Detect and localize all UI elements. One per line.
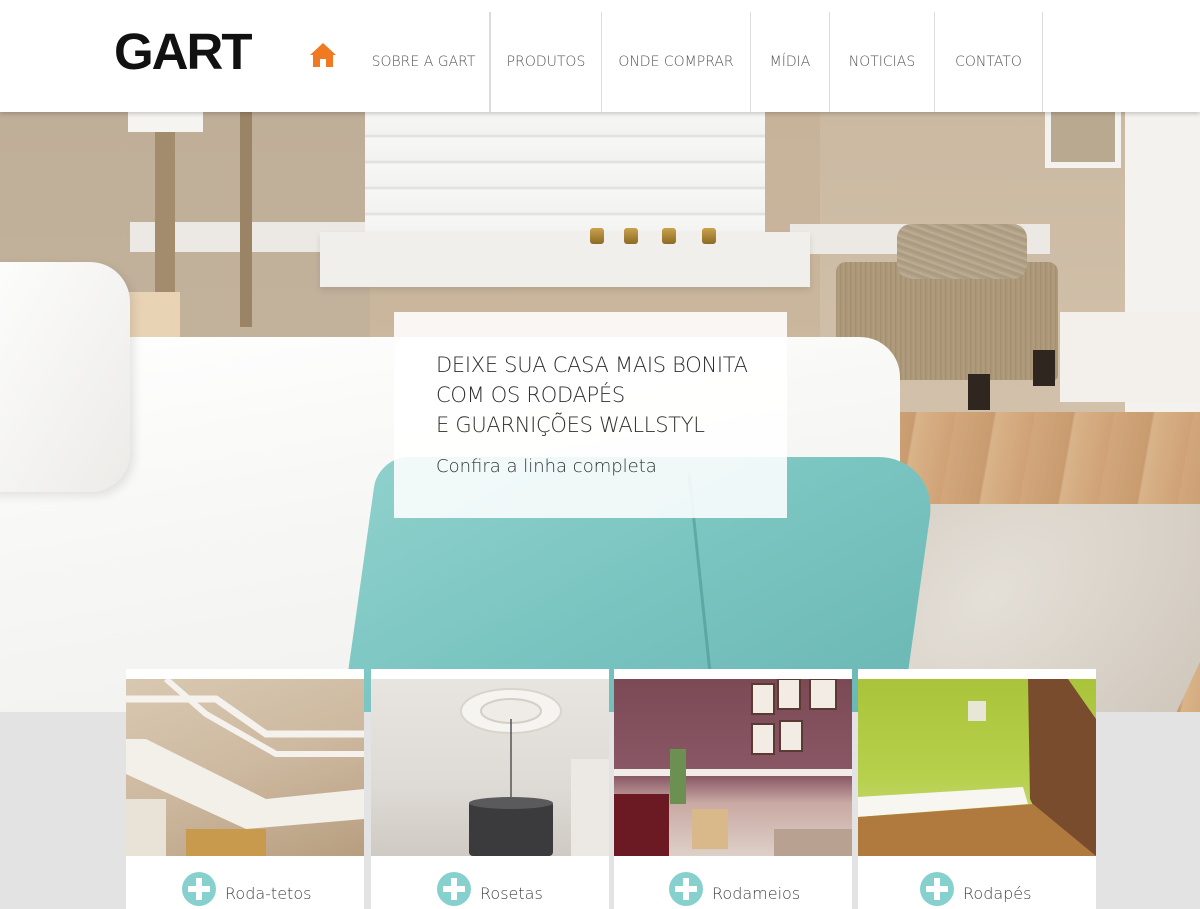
product-label: Rodameios	[712, 884, 801, 903]
nav-item-label: MÍDIA	[769, 54, 811, 70]
hero-photo-branch	[240, 112, 252, 327]
product-label-row: Rodameios	[614, 869, 852, 909]
hero-photo-candle	[624, 228, 638, 244]
nav-item-sobre[interactable]: SOBRE A GART	[358, 12, 490, 112]
hero-photo-pillow	[0, 262, 130, 492]
product-image-roda-tetos	[126, 679, 364, 856]
hero-photo-shelf	[320, 232, 810, 287]
hero-photo-candle	[590, 228, 604, 244]
product-label: Rosetas	[480, 884, 543, 903]
nav-item-label: SOBRE A GART	[371, 54, 476, 70]
gart-logo[interactable]: GART	[114, 26, 252, 78]
nav-item-produtos[interactable]: PRODUTOS	[490, 12, 602, 112]
product-card-rodapes[interactable]: Rodapés	[858, 669, 1096, 909]
hero-photo-throw	[897, 224, 1027, 279]
nav-item-contato[interactable]: CONTATO	[935, 12, 1043, 112]
hero-photo-candle	[702, 228, 716, 244]
nav-item-label: ONDE COMPRAR	[618, 54, 734, 70]
nav-item-label: CONTATO	[955, 54, 1022, 70]
nav-item-midia[interactable]: MÍDIA	[751, 12, 830, 112]
plus-circle-icon[interactable]	[920, 872, 954, 906]
plus-circle-icon[interactable]	[437, 872, 471, 906]
hero-photo-headboard	[365, 112, 765, 247]
nav-item-onde-comprar[interactable]: ONDE COMPRAR	[602, 12, 751, 112]
hero-title-line: DEIXE SUA CASA MAIS BONITA	[436, 353, 748, 377]
product-card-rosetas[interactable]: Rosetas	[371, 669, 609, 909]
product-label: Roda-tetos	[225, 884, 312, 903]
nav-item-label: NOTICIAS	[848, 54, 916, 70]
full-line-link[interactable]: Confira a linha completa	[436, 456, 657, 477]
hero-photo-ottoman-leg	[1033, 350, 1055, 386]
home-icon[interactable]	[309, 42, 337, 68]
product-image-rosetas	[371, 679, 609, 856]
hero-photo-lamp	[128, 112, 203, 132]
site-header: GART SOBRE A GART PRODUTOS ONDE COMPRAR …	[0, 0, 1200, 112]
product-image-rodapes	[858, 679, 1096, 856]
hero-photo-window	[1045, 112, 1121, 168]
product-label-row: Roda-tetos	[126, 869, 364, 909]
hero-photo-candle	[662, 228, 676, 244]
product-card-roda-tetos[interactable]: Roda-tetos	[126, 669, 364, 909]
plus-circle-icon[interactable]	[669, 872, 703, 906]
product-card-rodameios[interactable]: Rodameios	[614, 669, 852, 909]
hero-title-line: E GUARNIÇÕES WALLSTYL	[436, 413, 705, 437]
plus-circle-icon[interactable]	[182, 872, 216, 906]
product-image-rodameios	[614, 679, 852, 856]
hero-photo-ottoman-leg	[968, 374, 990, 410]
hero-photo-baseboard	[1060, 312, 1200, 402]
hero-title: DEIXE SUA CASA MAIS BONITA COM OS RODAPÉ…	[436, 350, 776, 440]
product-label: Rodapés	[963, 884, 1032, 903]
nav-item-noticias[interactable]: NOTICIAS	[830, 12, 935, 112]
product-label-row: Rodapés	[858, 869, 1096, 909]
product-label-row: Rosetas	[371, 869, 609, 909]
nav-item-label: PRODUTOS	[506, 54, 586, 70]
hero-callout: DEIXE SUA CASA MAIS BONITA COM OS RODAPÉ…	[394, 312, 787, 518]
hero-title-line: COM OS RODAPÉS	[436, 383, 625, 407]
